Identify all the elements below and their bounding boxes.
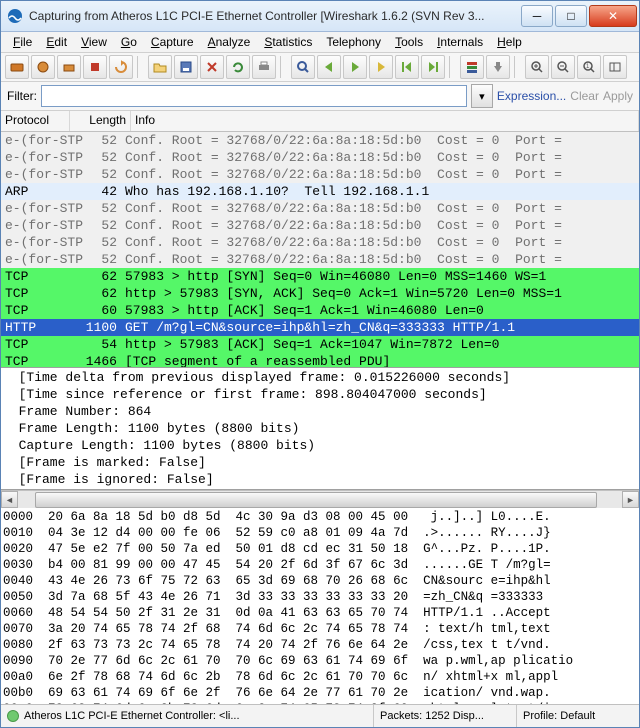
menu-capture[interactable]: Capture [145,33,200,51]
menu-help[interactable]: Help [491,33,528,51]
toolbar-separator [449,56,456,78]
minimize-button[interactable]: ─ [521,5,553,27]
packet-details-pane[interactable]: [Time delta from previous displayed fram… [1,368,639,490]
filter-input[interactable] [41,85,467,107]
menu-go[interactable]: Go [115,33,143,51]
packet-row[interactable]: e-(for-STP52Conf. Root = 32768/0/22:6a:8… [1,234,639,251]
col-info[interactable]: Info [131,111,639,131]
filter-toolbar: Filter: ▾ Expression... Clear Apply [1,82,639,111]
filter-expression-button[interactable]: Expression... [497,89,566,103]
autoscroll-button[interactable] [486,55,510,79]
filter-clear-button[interactable]: Clear [570,89,599,103]
maximize-button[interactable]: □ [555,5,587,27]
toolbar-separator [137,56,144,78]
details-hscrollbar[interactable]: ◄ ► [1,490,639,508]
col-length[interactable]: Length [70,111,131,131]
menu-edit[interactable]: Edit [40,33,73,51]
menu-telephony[interactable]: Telephony [320,33,387,51]
stop-capture-button[interactable] [83,55,107,79]
packet-row[interactable]: TCP6257983 > http [SYN] Seq=0 Win=46080 … [1,268,639,285]
filter-label: Filter: [7,89,37,103]
packet-row[interactable]: e-(for-STP52Conf. Root = 32768/0/22:6a:8… [1,217,639,234]
status-profile[interactable]: Profile: Default [517,705,639,727]
go-first-button[interactable] [395,55,419,79]
packet-row[interactable]: TCP54http > 57983 [ACK] Seq=1 Ack=1047 W… [1,336,639,353]
status-packets: Packets: 1252 Disp... [374,705,517,727]
close-file-button[interactable] [200,55,224,79]
packet-row[interactable]: TCP62http > 57983 [SYN, ACK] Seq=0 Ack=1… [1,285,639,302]
packet-row[interactable]: e-(for-STP52Conf. Root = 32768/0/22:6a:8… [1,166,639,183]
go-back-button[interactable] [317,55,341,79]
interfaces-button[interactable] [5,55,29,79]
toolbar-separator [280,56,287,78]
zoom-in-button[interactable] [525,55,549,79]
status-interface: Atheros L1C PCI-E Ethernet Controller: <… [1,705,374,727]
window-title: Capturing from Atheros L1C PCI-E Etherne… [29,9,521,23]
wireshark-icon [7,8,23,24]
packet-row[interactable]: TCP1466[TCP segment of a reassembled PDU… [1,353,639,368]
menu-internals[interactable]: Internals [431,33,489,51]
packet-row[interactable]: e-(for-STP52Conf. Root = 32768/0/22:6a:8… [1,251,639,268]
packet-row[interactable]: HTTP1100GET /m?gl=CN&source=ihp&hl=zh_CN… [1,319,639,336]
scroll-right-button[interactable]: ► [622,491,639,508]
menu-analyze[interactable]: Analyze [202,33,257,51]
reload-button[interactable] [226,55,250,79]
menu-view[interactable]: View [75,33,113,51]
print-button[interactable] [252,55,276,79]
close-button[interactable]: ✕ [589,5,637,27]
filter-apply-button[interactable]: Apply [603,89,633,103]
menu-file[interactable]: File [7,33,38,51]
save-button[interactable] [174,55,198,79]
col-protocol[interactable]: Protocol [1,111,70,131]
packet-list-pane[interactable]: Protocol Length Info e-(for-STP52Conf. R… [1,111,639,368]
zoom-reset-button[interactable]: 1 [577,55,601,79]
app-window: Capturing from Atheros L1C PCI-E Etherne… [0,0,640,728]
menu-statistics[interactable]: Statistics [258,33,318,51]
titlebar: Capturing from Atheros L1C PCI-E Etherne… [1,1,639,32]
go-last-button[interactable] [421,55,445,79]
resize-columns-button[interactable] [603,55,627,79]
menubar: FileEditViewGoCaptureAnalyzeStatisticsTe… [1,32,639,53]
toolbar-separator [514,56,521,78]
restart-capture-button[interactable] [109,55,133,79]
zoom-out-button[interactable] [551,55,575,79]
start-capture-button[interactable] [57,55,81,79]
options-button[interactable] [31,55,55,79]
packet-bytes-pane[interactable]: 0000 20 6a 8a 18 5d b0 d8 5d 4c 30 9a d3… [1,508,639,704]
go-forward-button[interactable] [343,55,367,79]
status-bar: Atheros L1C PCI-E Ethernet Controller: <… [1,704,639,727]
menu-tools[interactable]: Tools [389,33,429,51]
find-button[interactable] [291,55,315,79]
scroll-thumb[interactable] [35,492,597,508]
packet-row[interactable]: e-(for-STP52Conf. Root = 32768/0/22:6a:8… [1,149,639,166]
packet-row[interactable]: TCP6057983 > http [ACK] Seq=1 Ack=1 Win=… [1,302,639,319]
capture-running-icon [7,710,19,722]
scroll-left-button[interactable]: ◄ [1,491,18,508]
open-button[interactable] [148,55,172,79]
colorize-button[interactable] [460,55,484,79]
packet-row[interactable]: e-(for-STP52Conf. Root = 32768/0/22:6a:8… [1,132,639,149]
filter-dropdown-button[interactable]: ▾ [471,84,493,108]
packet-list-header[interactable]: Protocol Length Info [1,111,639,132]
packet-row[interactable]: ARP42Who has 192.168.1.10? Tell 192.168.… [1,183,639,200]
packet-row[interactable]: e-(for-STP52Conf. Root = 32768/0/22:6a:8… [1,200,639,217]
go-to-button[interactable] [369,55,393,79]
main-toolbar: 1 [1,53,639,82]
